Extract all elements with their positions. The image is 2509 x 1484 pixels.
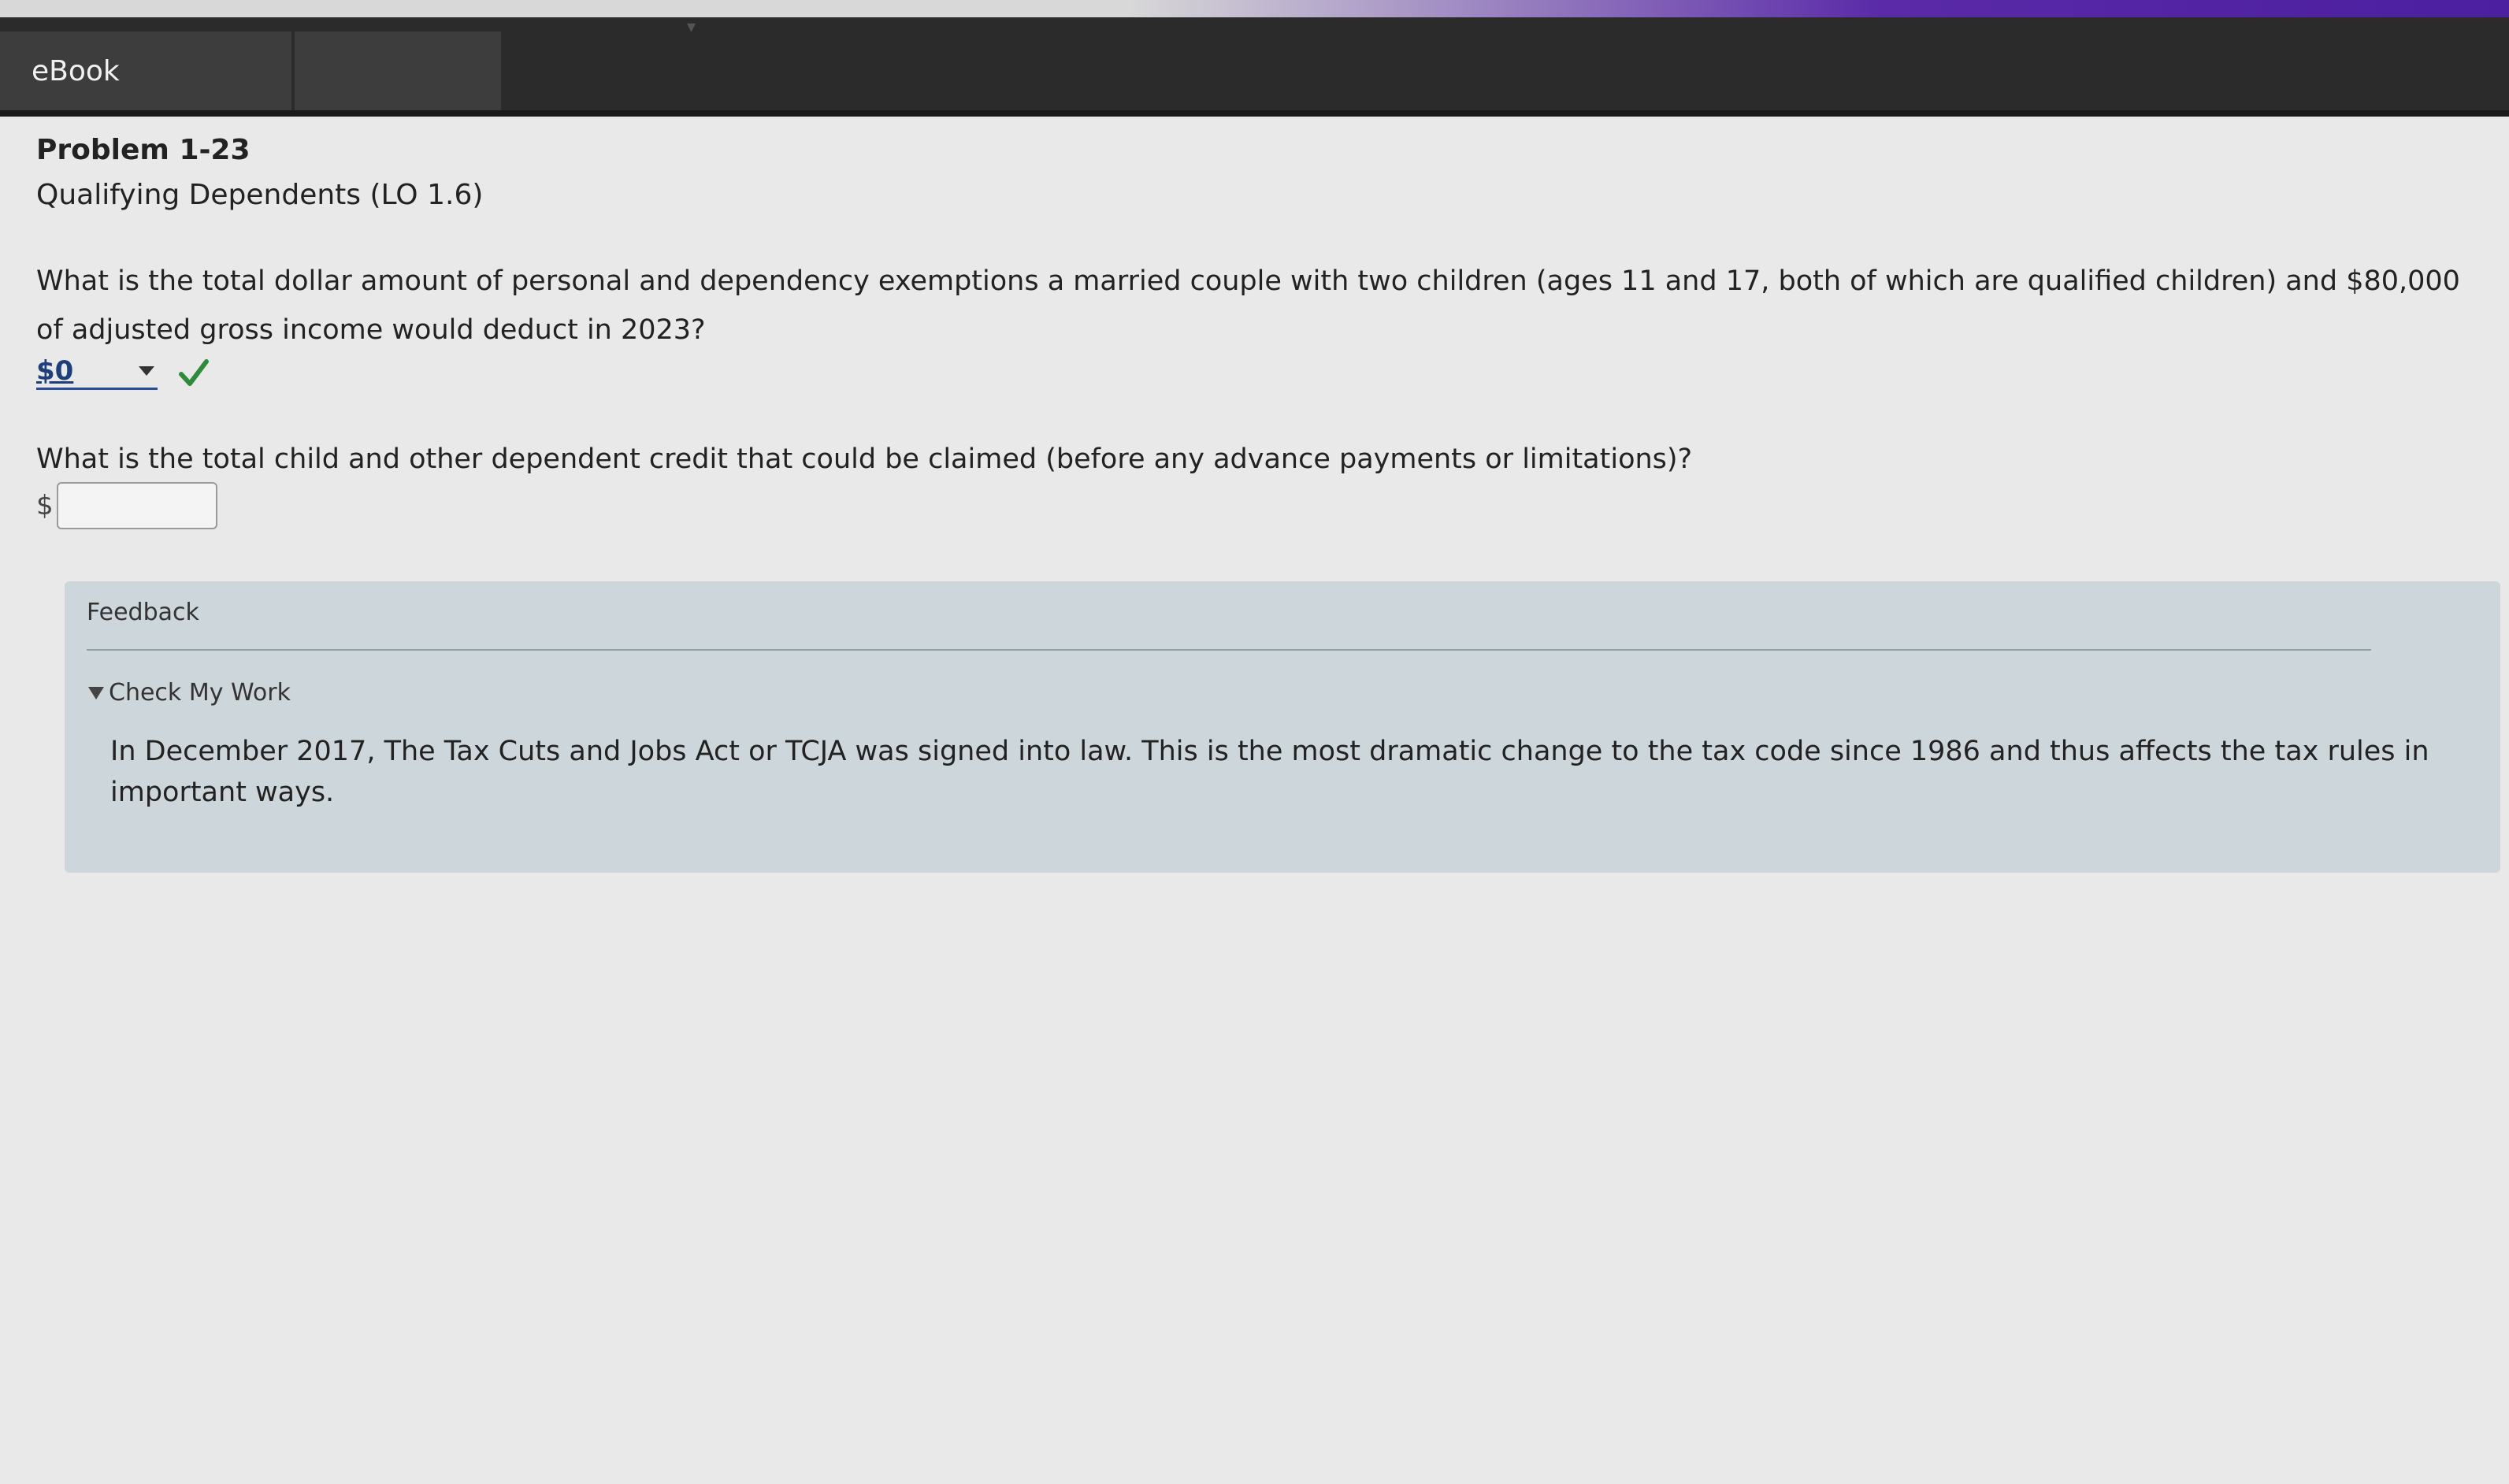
tab-bar: ▾ eBook — [0, 17, 2509, 117]
credit-amount-input[interactable] — [56, 482, 217, 529]
triangle-down-icon — [88, 686, 104, 699]
question-2-answer-row: $ — [36, 482, 217, 529]
feedback-text: In December 2017, The Tax Cuts and Jobs … — [110, 736, 2429, 808]
question-2-text: What is the total child and other depend… — [36, 443, 1693, 475]
feedback-divider — [87, 649, 2371, 651]
exemptions-select[interactable]: $0 — [36, 354, 158, 390]
question-1-answer-row: $0 — [36, 354, 211, 390]
currency-label: $ — [36, 490, 54, 521]
check-my-work-toggle[interactable]: Check My Work — [88, 679, 291, 707]
tab-ebook-label: eBook — [32, 54, 120, 87]
problem-content: Problem 1-23 Qualifying Dependents (LO 1… — [36, 134, 2478, 529]
exemptions-select-value: $0 — [36, 355, 74, 387]
question-1-text: What is the total dollar amount of perso… — [36, 265, 2460, 346]
check-icon — [179, 358, 209, 386]
tab-blank[interactable] — [295, 32, 504, 110]
feedback-panel: Feedback Check My Work In December 2017,… — [65, 581, 2500, 873]
problem-title: Problem 1-23 — [36, 134, 251, 166]
accent-strip — [0, 0, 2509, 17]
tab-ebook[interactable]: eBook — [0, 32, 295, 110]
problem-subtitle: Qualifying Dependents (LO 1.6) — [36, 179, 484, 211]
chevron-down-icon: ▾ — [687, 17, 696, 37]
check-my-work-label: Check My Work — [109, 679, 291, 707]
dropdown-arrow-icon — [139, 366, 154, 376]
feedback-title: Feedback — [87, 599, 199, 626]
